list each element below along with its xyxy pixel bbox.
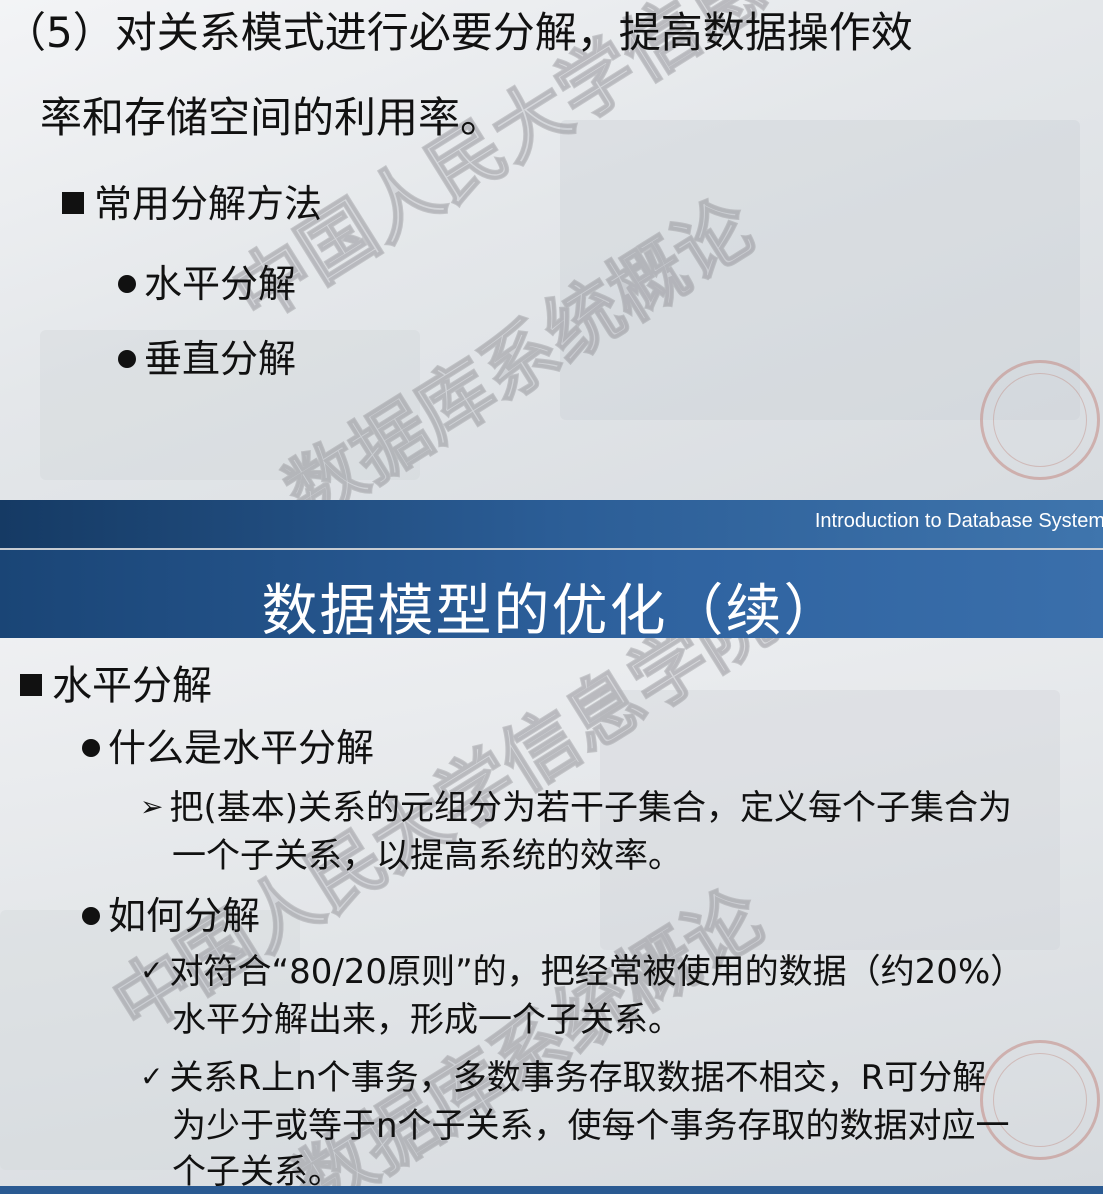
rule-line-1: ✓ 对符合“80/20原则”的，把经常被使用的数据（约20%） [140,952,1024,993]
arrow-marker-icon: ➢ [140,790,164,823]
transaction-line-2: 为少于或等于n个子关系，使每个事务存取的数据对应一 [172,1106,1010,1146]
transaction-line-1: ✓ 关系R上n个事务，多数事务存取数据不相交，R可分解 [140,1058,986,1099]
square-bullet-icon [20,674,42,696]
heading-line-1: （5）对关系模式进行必要分解，提高数据操作效 [4,8,913,57]
rule-line-2: 水平分解出来，形成一个子关系。 [172,1000,682,1040]
horizontal-bullet: 水平分解 [20,662,212,710]
slide-title: 数据模型的优化（续） [261,579,842,644]
check-marker-icon: ✓ [140,954,164,987]
university-seal [980,360,1100,480]
heading-line-2: 率和存储空间的利用率。 [40,93,503,142]
dot-bullet-icon [82,907,100,925]
sub-bullet-how: 如何分解 [82,894,260,940]
square-bullet-icon [62,192,84,214]
sub-bullet-horizontal: 水平分解 [118,262,296,308]
sub-bullet-vertical: 垂直分解 [118,337,296,383]
horizontal-bullet-label: 水平分解 [52,663,212,709]
rule-text: 对符合“80/20原则”的，把经常被使用的数据（约20%） [169,952,1025,992]
dot-bullet-icon [118,275,136,293]
sub-bullet-what: 什么是水平分解 [82,726,374,772]
method-bullet-label: 常用分解方法 [94,182,323,226]
sub-bullet-label: 垂直分解 [144,337,297,381]
transaction-text: 关系R上n个事务，多数事务存取数据不相交，R可分解 [169,1058,987,1098]
definition-line-2: 一个子关系，以提高系统的效率。 [172,836,682,876]
sub-bullet-label: 如何分解 [108,894,261,938]
dot-bullet-icon [118,350,136,368]
top-slide: 数据库系统概论 中国人民大学信息学院 [0,0,1103,500]
footer-band-text: Introduction to Database System [814,510,1103,532]
method-bullet: 常用分解方法 [62,182,322,228]
sub-bullet-label: 水平分解 [144,262,297,306]
definition-line-1: ➢ 把(基本)关系的元组分为若干子集合，定义每个子集合为 [140,788,1012,829]
check-marker-icon: ✓ [140,1060,164,1093]
dot-bullet-icon [82,739,100,757]
footer-band: Introduction to Database System [0,500,1103,548]
definition-text: 把(基本)关系的元组分为若干子集合，定义每个子集合为 [169,788,1012,828]
bottom-strip [0,1186,1103,1194]
sub-bullet-label: 什么是水平分解 [108,726,375,770]
